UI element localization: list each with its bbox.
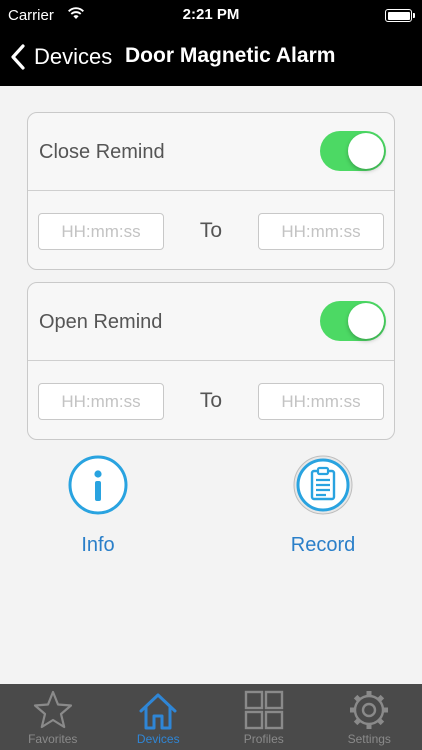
star-icon — [33, 690, 72, 729]
status-time: 2:21 PM — [182, 6, 240, 23]
record-button[interactable]: Record — [273, 455, 373, 557]
close-remind-header: Close Remind — [28, 113, 394, 191]
home-icon — [139, 693, 177, 730]
tab-bar: Favorites Devices Profiles Settings — [0, 684, 422, 750]
clipboard-icon — [293, 455, 353, 515]
tab-devices[interactable]: Devices — [106, 684, 212, 750]
battery-icon — [385, 9, 415, 22]
close-remind-title: Close Remind — [39, 141, 165, 163]
tab-favorites-label: Favorites — [28, 732, 78, 746]
close-remind-end-time-input[interactable] — [258, 213, 384, 250]
open-remind-end-time-input[interactable] — [258, 383, 384, 420]
record-label: Record — [290, 534, 356, 556]
tab-profiles[interactable]: Profiles — [211, 684, 317, 750]
open-remind-card: Open Remind To — [27, 282, 395, 440]
tab-settings-label: Settings — [347, 732, 391, 746]
gear-icon — [350, 691, 389, 729]
close-remind-toggle[interactable] — [320, 131, 386, 171]
navigation-bar: Devices Door Magnetic Alarm — [0, 30, 422, 86]
toggle-knob — [348, 303, 384, 339]
info-icon — [68, 455, 128, 515]
top-bar: Carrier 2:21 PM Devices Door Magnetic Al… — [0, 0, 422, 86]
status-bar: Carrier 2:21 PM — [0, 0, 422, 30]
open-remind-toggle[interactable] — [320, 301, 386, 341]
open-remind-title: Open Remind — [39, 311, 163, 333]
toggle-knob — [348, 133, 384, 169]
tab-favorites[interactable]: Favorites — [0, 684, 106, 750]
chevron-left-icon — [11, 44, 25, 70]
close-remind-card: Close Remind To — [27, 112, 395, 270]
back-button[interactable]: Devices — [10, 42, 112, 72]
grid-icon — [244, 690, 283, 730]
page-title: Door Magnetic Alarm — [125, 44, 336, 67]
tab-settings[interactable]: Settings — [317, 684, 422, 750]
open-remind-header: Open Remind — [28, 283, 394, 361]
info-button[interactable]: Info — [48, 455, 148, 557]
tab-profiles-label: Profiles — [243, 732, 284, 746]
tab-devices-label: Devices — [136, 732, 180, 746]
back-button-label: Devices — [34, 44, 113, 69]
info-label: Info — [81, 534, 115, 556]
screen: Carrier 2:21 PM Devices Door Magnetic Al… — [0, 0, 422, 750]
